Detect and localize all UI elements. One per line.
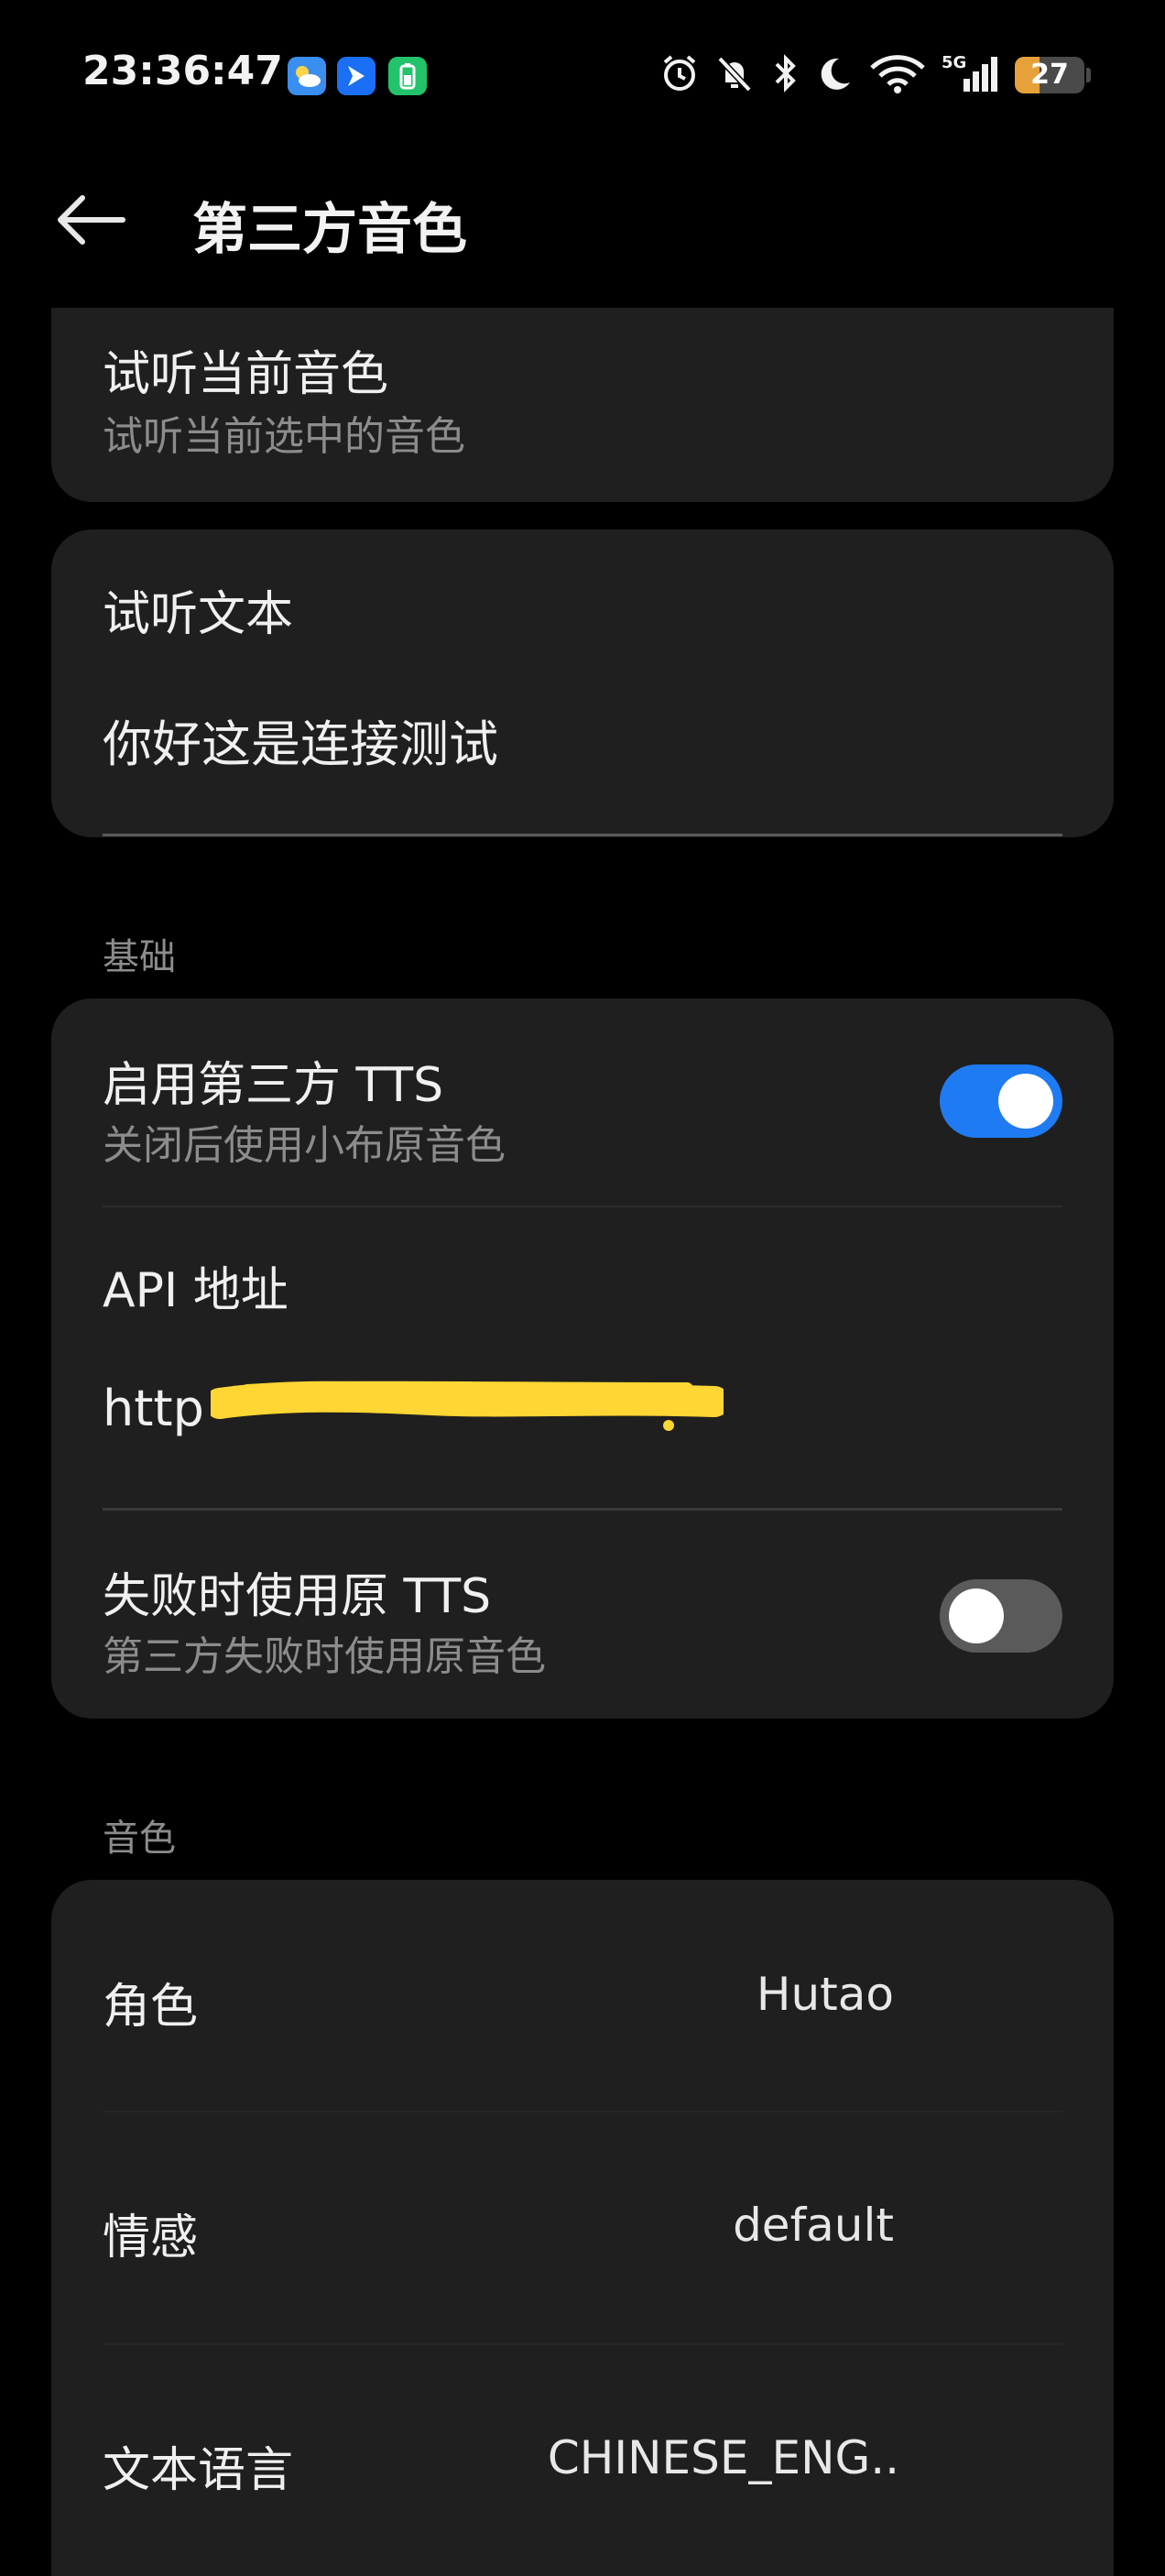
- page-title: 第三方音色: [192, 198, 467, 262]
- role-value: Hutao: [756, 1968, 894, 2021]
- enable-tts-subtitle: 关闭后使用小布原音色: [103, 1122, 506, 1169]
- text-language-label: 文本语言: [103, 2443, 294, 2498]
- section-basic-label: 基础: [103, 936, 176, 978]
- signal-5g-icon: 5G: [942, 51, 1002, 104]
- redaction-scribble: [211, 1381, 724, 1431]
- emotion-label: 情感: [103, 2210, 199, 2265]
- arrow-left-icon: [58, 195, 125, 245]
- weather-app-icon: [288, 57, 326, 95]
- preview-text-input[interactable]: 你好这是连接测试: [103, 704, 498, 776]
- text-language-value: CHINESE_ENG..: [547, 2431, 899, 2484]
- mute-icon: [713, 51, 757, 104]
- enable-tts-toggle[interactable]: [940, 1064, 1062, 1138]
- enable-tts-title: 启用第三方 TTS: [103, 1058, 444, 1113]
- preview-voice-subtitle: 试听当前选中的音色: [103, 413, 465, 460]
- preview-voice-title: 试听当前音色: [103, 347, 389, 402]
- preview-voice-card[interactable]: 试听当前音色 试听当前选中的音色: [51, 308, 1114, 502]
- api-address-label: API 地址: [103, 1263, 289, 1318]
- text-language-row[interactable]: 文本语言 CHINESE_ENG..: [51, 2345, 1114, 2576]
- battery-tip: [1086, 68, 1091, 82]
- svg-text:5G: 5G: [942, 53, 966, 72]
- section-voice-label: 音色: [103, 1817, 176, 1860]
- api-address-underline: [103, 1508, 1062, 1511]
- role-label: 角色: [103, 1980, 199, 2035]
- voice-settings-card: 角色 Hutao 情感 default 文本语言 CHINESE_ENG..: [51, 1880, 1114, 2576]
- toggle-knob: [998, 1074, 1053, 1129]
- back-button[interactable]: [53, 192, 126, 247]
- emotion-value: default: [733, 2199, 894, 2252]
- messenger-app-icon: [337, 57, 376, 95]
- bluetooth-icon: [768, 51, 804, 104]
- battery-indicator: 27: [1015, 57, 1084, 93]
- preview-text-card: 试听文本 你好这是连接测试: [51, 529, 1114, 837]
- basic-settings-card: 启用第三方 TTS 关闭后使用小布原音色 API 地址 http 失败时使用原 …: [51, 999, 1114, 1719]
- moon-icon: [811, 51, 855, 104]
- fallback-tts-subtitle: 第三方失败时使用原音色: [103, 1633, 546, 1680]
- fallback-tts-title: 失败时使用原 TTS: [103, 1569, 492, 1624]
- api-address-input[interactable]: http: [103, 1380, 204, 1437]
- divider: [103, 1206, 1062, 1207]
- toggle-knob: [949, 1588, 1004, 1643]
- status-time: 23:36:47: [82, 48, 283, 94]
- alarm-icon: [658, 51, 702, 104]
- role-row[interactable]: 角色 Hutao: [51, 1880, 1114, 2111]
- battery-app-icon: [388, 57, 427, 95]
- wifi-icon: [868, 51, 927, 104]
- preview-text-underline: [103, 834, 1062, 836]
- battery-level: 27: [1030, 59, 1069, 91]
- fallback-tts-toggle[interactable]: [940, 1579, 1062, 1653]
- preview-text-label: 试听文本: [103, 587, 294, 642]
- emotion-row[interactable]: 情感 default: [51, 2112, 1114, 2343]
